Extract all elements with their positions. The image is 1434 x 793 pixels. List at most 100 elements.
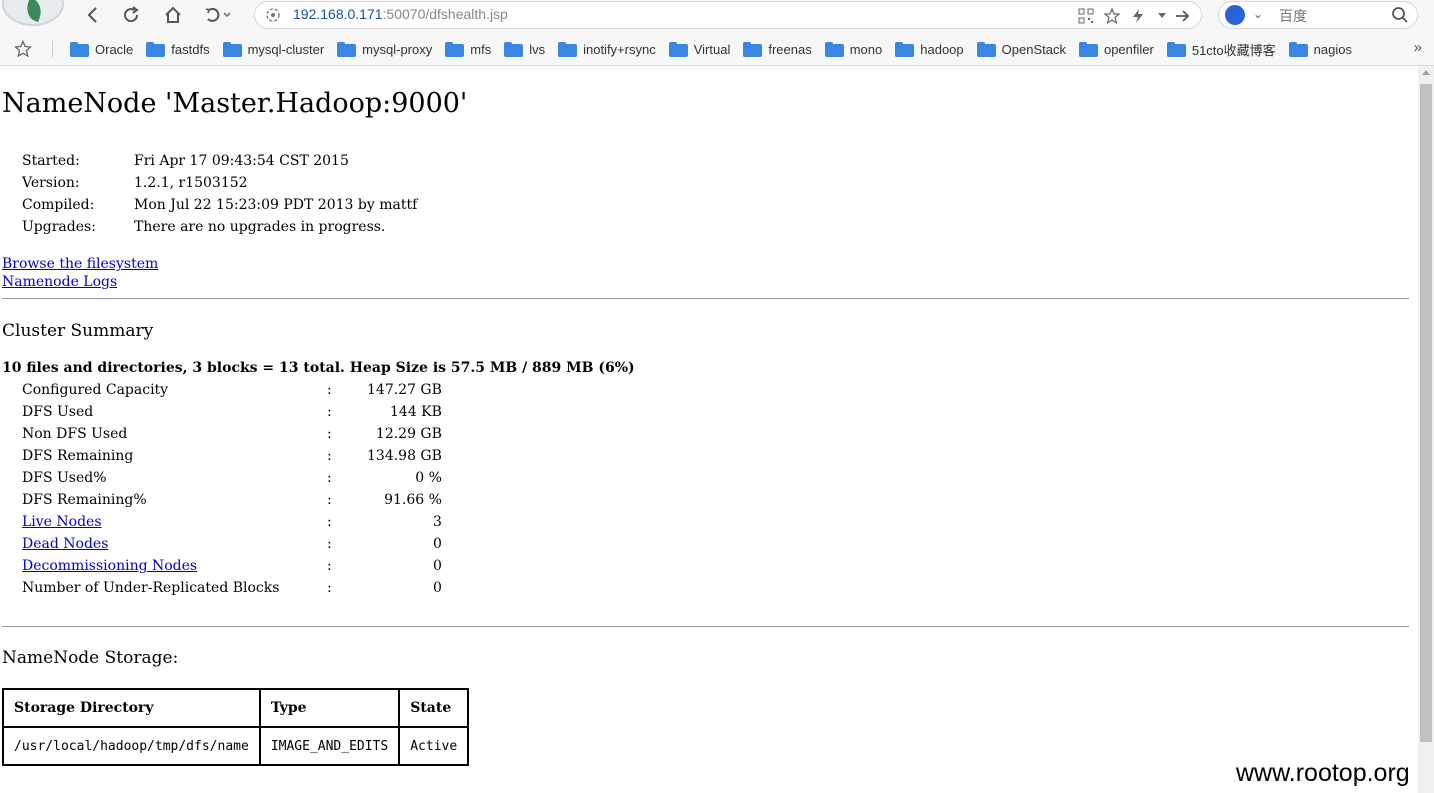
folder-icon	[1166, 41, 1186, 57]
search-input[interactable]	[1277, 4, 1381, 28]
bookmark-label: mfs	[470, 41, 492, 57]
summary-label: DFS Remaining	[22, 448, 134, 464]
bookmarks-overflow-button[interactable]: »	[1414, 39, 1422, 56]
chevron-down-icon	[223, 12, 231, 18]
info-key: Started:	[22, 153, 80, 169]
go-arrow-icon[interactable]	[1173, 7, 1191, 25]
scrollbar-thumb[interactable]	[1420, 84, 1432, 742]
search-icon[interactable]	[1391, 6, 1409, 24]
watermark-text: www.rootop.org	[1236, 759, 1410, 787]
qr-code-icon[interactable]	[1077, 7, 1095, 25]
info-row-started: Started: Fri Apr 17 09:43:54 CST 2015	[22, 150, 417, 172]
browse-filesystem-link[interactable]: Browse the filesystem	[2, 256, 158, 272]
bookmark-item[interactable]: openfiler	[1078, 32, 1154, 66]
summary-key-cell: Dead Nodes	[22, 533, 327, 555]
bookmark-item[interactable]: mono	[824, 32, 882, 66]
bookmark-item[interactable]: OpenStack	[976, 32, 1066, 66]
info-row-upgrades: Upgrades: There are no upgrades in progre…	[22, 216, 417, 238]
summary-label-link[interactable]: Dead Nodes	[22, 536, 108, 552]
bookmark-item[interactable]: nagios	[1288, 32, 1352, 66]
table-header-row: Storage Directory Type State	[2, 688, 470, 728]
bookmark-item[interactable]: inotify+rsync	[558, 32, 656, 66]
folder-icon	[1288, 41, 1308, 57]
bookmark-label: mysql-proxy	[362, 41, 433, 57]
bookmark-item[interactable]: mysql-cluster	[222, 32, 325, 66]
bookmark-item[interactable]: 51cto收藏博客	[1166, 32, 1276, 66]
column-header-type: Type	[258, 688, 401, 728]
home-button[interactable]	[160, 2, 186, 28]
chevron-left-icon	[87, 7, 97, 23]
info-row-compiled: Compiled: Mon Jul 22 15:23:09 PDT 2013 by…	[22, 194, 417, 216]
bookmark-label: hadoop	[920, 41, 964, 57]
bookmark-label: openfiler	[1103, 41, 1154, 57]
summary-colon: :	[327, 514, 332, 530]
summary-row: Non DFS Used: 12.29 GB	[22, 423, 442, 445]
dropdown-chevron-icon[interactable]	[1153, 7, 1171, 25]
folder-icon	[558, 41, 578, 57]
reload-button[interactable]	[118, 2, 144, 28]
bookmark-star-icon[interactable]	[14, 40, 32, 58]
summary-label-link[interactable]: Decommissioning Nodes	[22, 558, 197, 574]
favorite-star-icon[interactable]	[1103, 7, 1121, 25]
summary-row: DFS Used%: 0 %	[22, 467, 442, 489]
folder-icon	[337, 41, 357, 57]
summary-value: 134.98 GB	[367, 448, 442, 464]
bookmark-label: fastdfs	[171, 41, 210, 57]
back-button[interactable]	[80, 2, 106, 28]
namenode-info-table: Started: Fri Apr 17 09:43:54 CST 2015 Ver…	[22, 150, 417, 238]
bookmark-item[interactable]: mfs	[445, 32, 491, 66]
info-value: Fri Apr 17 09:43:54 CST 2015	[134, 153, 349, 169]
bookmark-item[interactable]: freenas	[743, 32, 812, 66]
summary-key-cell: DFS Remaining%	[22, 489, 327, 511]
summary-value: 144 KB	[390, 404, 442, 420]
summary-label: DFS Used%	[22, 470, 107, 486]
summary-value: 0 %	[415, 470, 442, 486]
bookmark-item[interactable]: lvs	[504, 32, 545, 66]
vertical-scrollbar[interactable]	[1418, 66, 1434, 793]
url-text[interactable]: 192.168.0.171:50070/dfshealth.jsp	[293, 6, 508, 22]
lightning-icon[interactable]	[1129, 7, 1147, 25]
scroll-up-arrow-icon[interactable]	[1422, 70, 1430, 75]
bookmark-item[interactable]: mysql-proxy	[337, 32, 432, 66]
folder-icon	[70, 41, 89, 57]
site-info-icon[interactable]	[265, 7, 281, 23]
summary-value: 0	[433, 536, 442, 552]
page-title: NameNode 'Master.Hadoop:9000'	[2, 88, 468, 119]
namenode-storage-table: Storage Directory Type State /usr/local/…	[2, 688, 470, 766]
bookmark-label: mysql-cluster	[247, 41, 325, 57]
summary-row: Configured Capacity: 147.27 GB	[22, 379, 442, 401]
summary-value: 0	[433, 558, 442, 574]
summary-row: DFS Used: 144 KB	[22, 401, 442, 423]
summary-key-cell: Non DFS Used	[22, 423, 327, 445]
summary-key-cell: DFS Remaining	[22, 445, 327, 467]
cluster-summary-line: 10 files and directories, 3 blocks = 13 …	[2, 360, 635, 376]
history-button[interactable]	[198, 2, 238, 28]
search-engine-chevron-icon[interactable]: ⌄	[1253, 7, 1263, 22]
storage-directory-cell: /usr/local/hadoop/tmp/dfs/name	[2, 726, 261, 766]
summary-row: Number of Under-Replicated Blocks: 0	[22, 577, 442, 599]
summary-colon: :	[327, 470, 332, 486]
summary-key-cell: Live Nodes	[22, 511, 327, 533]
summary-key-cell: Configured Capacity	[22, 379, 327, 401]
namenode-logs-link[interactable]: Namenode Logs	[2, 274, 117, 290]
search-box[interactable]: ⌄	[1218, 1, 1418, 29]
baidu-paw-icon[interactable]	[1225, 5, 1245, 25]
address-bar[interactable]: 192.168.0.171:50070/dfshealth.jsp	[254, 1, 1202, 29]
url-path: :50070/dfshealth.jsp	[382, 6, 508, 22]
undo-icon	[205, 7, 220, 22]
summary-row: DFS Remaining%: 91.66 %	[22, 489, 442, 511]
browser-toolbar: 192.168.0.171:50070/dfshealth.jsp ⌄	[0, 0, 1434, 32]
bookmark-label: nagios	[1313, 41, 1352, 57]
divider	[2, 626, 1409, 627]
bookmark-item[interactable]: fastdfs	[146, 32, 210, 66]
summary-key-cell: Decommissioning Nodes	[22, 555, 327, 577]
summary-key-cell: Number of Under-Replicated Blocks	[22, 577, 327, 599]
summary-row: DFS Remaining: 134.98 GB	[22, 445, 442, 467]
bookmark-item[interactable]: hadoop	[895, 32, 964, 66]
bookmarks-bar: Oracle fastdfs mysql-cluster mysql-proxy mfs…	[0, 32, 1434, 66]
bookmark-item[interactable]: Oracle	[70, 32, 133, 66]
summary-colon: :	[327, 536, 332, 552]
summary-label-link[interactable]: Live Nodes	[22, 514, 102, 530]
bookmark-item[interactable]: Virtual	[668, 32, 730, 66]
cluster-summary-table: Configured Capacity: 147.27 GB DFS Used: 14…	[22, 379, 442, 599]
